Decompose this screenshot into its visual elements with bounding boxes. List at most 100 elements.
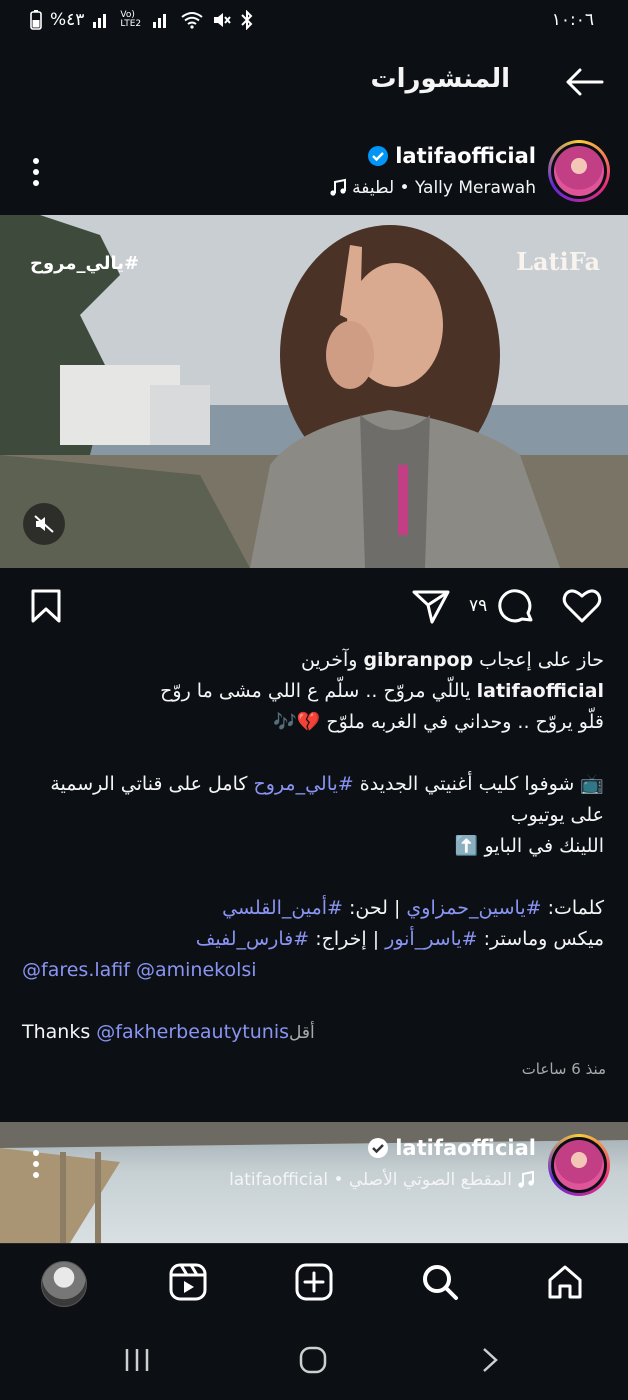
music-note-icon xyxy=(518,1170,534,1188)
mention-link[interactable]: @fares.lafif xyxy=(22,959,130,981)
caption-line-4: على يوتيوب xyxy=(510,804,604,826)
like-icon xyxy=(562,589,602,623)
caption-line-3: 📺 شوفوا كليب أغنيتي الجديدة #يالي_مروح ك… xyxy=(22,769,604,800)
post2-username[interactable]: latifaofficial xyxy=(395,1136,536,1160)
like-button[interactable] xyxy=(562,588,602,624)
avatar-image xyxy=(554,1140,604,1190)
liked-by-suffix: وآخرين xyxy=(300,649,364,671)
caption-line-5: اللينك في البايو ⬆️ xyxy=(454,835,604,857)
caption-text-1: ياللّي مروّح .. سلّم ع اللي مشى ما روّح xyxy=(160,680,477,702)
caption-thanks: Thanks xyxy=(22,1021,97,1043)
bottom-nav xyxy=(0,1243,628,1322)
caption-line-8: @fares.lafif @aminekolsi xyxy=(22,955,604,986)
mention-link[interactable]: @aminekolsi xyxy=(136,959,257,981)
back-arrow-icon xyxy=(566,68,604,96)
chevron-back-icon xyxy=(483,1348,498,1372)
hashtag-link[interactable]: #ياسر_أنور xyxy=(385,928,477,950)
post2-audio-text: المقطع الصوتي الأصلي • latifaofficial xyxy=(229,1170,512,1190)
caption-line-2: قلّو يروّح .. وحداني في الغربه ملوّح 💔🎶 xyxy=(272,711,604,733)
caption-text-3b: كامل على قناتي الرسمية xyxy=(50,773,254,795)
signal-icon-2 xyxy=(153,14,167,28)
more-icon xyxy=(33,1150,39,1178)
hashtag-link[interactable]: #ياسين_حمزاوي xyxy=(406,897,541,919)
status-icons: %٤٣ Vo) LTE2 xyxy=(30,10,254,30)
caption-username[interactable]: latifaofficial xyxy=(477,680,604,702)
battery-percent: %٤٣ xyxy=(50,10,85,30)
nav-system-back[interactable] xyxy=(476,1346,504,1374)
home-icon xyxy=(548,1265,582,1299)
status-bar: %٤٣ Vo) LTE2 ١٠:٠٦ xyxy=(0,0,628,44)
page-title: المنشورات xyxy=(370,64,510,94)
comment-icon xyxy=(498,589,533,623)
post2-avatar[interactable] xyxy=(548,1134,610,1196)
nav-home[interactable] xyxy=(545,1262,585,1302)
liked-by-user[interactable]: gibranpop xyxy=(363,649,473,671)
verified-icon xyxy=(368,1138,389,1158)
post1-avatar[interactable] xyxy=(548,140,610,202)
caption-text-3a: 📺 شوفوا كليب أغنيتي الجديدة xyxy=(353,773,604,795)
reels-icon xyxy=(169,1263,207,1301)
comment-button[interactable] xyxy=(497,588,535,626)
home-circle-icon xyxy=(299,1346,327,1374)
liked-by-line: حاز على إعجاب gibranpop وآخرين xyxy=(22,645,604,676)
caption-line-6: كلمات: #ياسين_حمزاوي | لحن: #أمين_القلسي xyxy=(22,893,604,924)
post1-user-row: latifaofficial xyxy=(367,144,536,168)
media-brand-logo: LatiFa xyxy=(516,247,600,276)
share-icon xyxy=(412,590,450,624)
nav-system-home[interactable] xyxy=(299,1346,327,1374)
system-nav xyxy=(0,1321,628,1400)
hashtag-link[interactable]: #يالي_مروح xyxy=(254,773,354,795)
hashtag-link[interactable]: #أمين_القلسي xyxy=(222,897,343,919)
caption-text-7b: | إخراج: xyxy=(309,928,386,950)
nav-profile[interactable] xyxy=(41,1261,87,1307)
nav-create[interactable] xyxy=(294,1262,334,1302)
caption-text-7a: ميكس وماستر: xyxy=(477,928,604,950)
verified-icon xyxy=(368,146,389,166)
save-button[interactable] xyxy=(30,588,62,624)
post1-audio-text: Yally Merawah • لطيفة xyxy=(352,178,536,198)
post1-username[interactable]: latifaofficial xyxy=(395,144,536,168)
mention-link[interactable]: @fakherbeautytunis xyxy=(96,1021,289,1043)
post1-media[interactable]: #يالي_مروح LatiFa xyxy=(0,215,628,568)
mute-status-icon xyxy=(214,13,232,27)
wifi-icon xyxy=(181,12,204,29)
battery-icon xyxy=(30,10,42,30)
back-button[interactable] xyxy=(564,66,604,98)
create-icon xyxy=(295,1263,333,1301)
caption-text-6b: | لحن: xyxy=(342,897,407,919)
post1-caption: حاز على إعجاب gibranpop وآخرين latifaoff… xyxy=(22,645,604,1049)
save-icon xyxy=(31,589,61,623)
nav-recents[interactable] xyxy=(123,1346,151,1374)
caption-line-9: Thanks @fakherbeautytunisأقل xyxy=(22,1017,604,1049)
post1-audio-row[interactable]: Yally Merawah • لطيفة xyxy=(328,178,536,198)
less-button[interactable]: أقل xyxy=(289,1023,315,1043)
more-icon xyxy=(33,158,39,186)
search-icon xyxy=(423,1265,458,1300)
comment-count: ٧٩ xyxy=(469,596,488,616)
post2-audio-row[interactable]: المقطع الصوتي الأصلي • latifaofficial xyxy=(229,1170,536,1190)
hashtag-link[interactable]: #فارس_لفيف xyxy=(196,928,309,950)
caption-text-6a: كلمات: xyxy=(541,897,604,919)
post1-more-button[interactable] xyxy=(30,156,42,188)
caption-spacer-2 xyxy=(22,862,604,893)
caption-line-7: ميكس وماستر: #ياسر_أنور | إخراج: #فارس_ل… xyxy=(22,924,604,955)
nav-search[interactable] xyxy=(420,1262,460,1302)
bluetooth-icon xyxy=(241,10,253,30)
share-button[interactable] xyxy=(412,588,450,624)
recents-icon xyxy=(125,1349,149,1371)
status-time: ١٠:٠٦ xyxy=(551,10,594,30)
nav-reels[interactable] xyxy=(168,1262,208,1302)
caption-spacer-3 xyxy=(22,986,604,1017)
top-bar: المنشورات xyxy=(0,52,628,112)
signal-icon xyxy=(93,14,107,28)
media-hashtag: #يالي_مروح xyxy=(30,253,140,274)
liked-by-prefix: حاز على إعجاب xyxy=(473,649,604,671)
post1-timestamp: منذ 6 ساعات xyxy=(521,1060,606,1078)
mute-button[interactable] xyxy=(23,503,65,545)
lte-label: Vo) LTE2 xyxy=(120,10,142,29)
post2-more-button[interactable] xyxy=(30,1148,42,1180)
music-note-icon xyxy=(330,178,347,196)
mute-icon xyxy=(34,515,54,533)
post2-user-row: latifaofficial xyxy=(367,1136,536,1160)
